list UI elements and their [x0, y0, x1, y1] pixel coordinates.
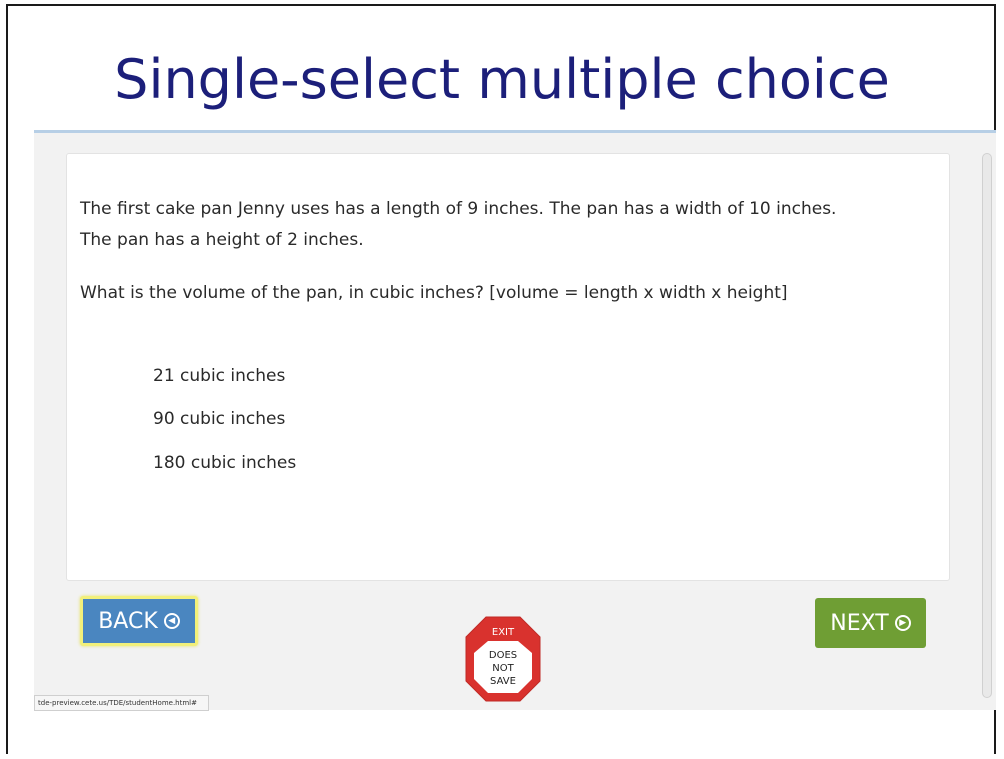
next-button[interactable]: NEXT ▶ [815, 598, 926, 648]
browser-status-bar: tde-preview.cete.us/TDE/studentHome.html… [34, 695, 209, 711]
test-app-screenshot: The first cake pan Jenny uses has a leng… [34, 130, 996, 711]
answer-choice-a[interactable]: 21 cubic inches [153, 366, 285, 386]
slide-title: Single-select multiple choice [114, 48, 890, 111]
not-label: NOT [492, 663, 514, 674]
back-button-label: BACK [98, 608, 158, 634]
save-label: SAVE [490, 676, 516, 687]
vertical-scrollbar[interactable] [982, 153, 992, 698]
does-label: DOES [489, 650, 517, 661]
back-button[interactable]: BACK ◀ [80, 596, 198, 646]
question-panel: The first cake pan Jenny uses has a leng… [66, 153, 950, 581]
exit-label: EXIT [492, 627, 515, 638]
answer-choice-c[interactable]: 180 cubic inches [153, 453, 296, 473]
question-stem-line-1: The first cake pan Jenny uses has a leng… [80, 199, 837, 219]
question-prompt: What is the volume of the pan, in cubic … [80, 283, 788, 303]
arrow-left-circle-icon: ◀ [163, 613, 180, 629]
exit-stop-sign-button[interactable]: EXIT DOES NOT SAVE [464, 615, 542, 703]
answer-choice-b[interactable]: 90 cubic inches [153, 409, 285, 429]
next-button-label: NEXT [830, 610, 889, 636]
question-stem-line-2: The pan has a height of 2 inches. [80, 230, 364, 250]
arrow-right-circle-icon: ▶ [894, 615, 911, 631]
